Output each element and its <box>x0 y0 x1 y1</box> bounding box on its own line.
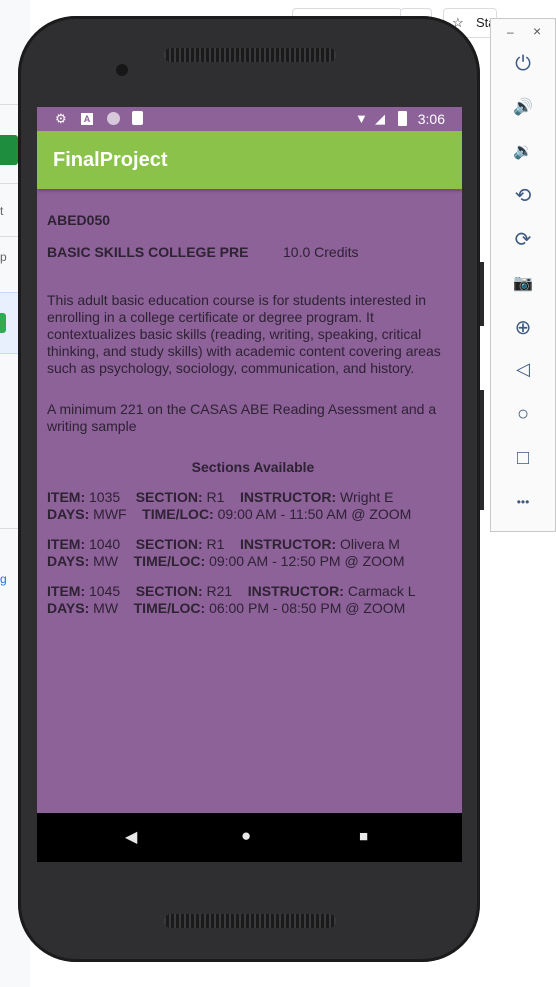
days-value: MW <box>93 553 119 569</box>
timeloc-label: TIME/LOC: <box>133 600 206 616</box>
section-value: R21 <box>206 583 233 599</box>
days-label: DAYS: <box>47 553 90 569</box>
item-value: 1045 <box>89 583 121 599</box>
power-icon[interactable]: ⏻ <box>491 53 555 89</box>
sd-card-icon <box>132 111 143 125</box>
green-button-fragment[interactable] <box>0 135 18 165</box>
text-fragment: p <box>0 250 7 264</box>
recents-icon[interactable]: ■ <box>359 828 368 845</box>
timeloc-value: 09:00 AM - 12:50 PM @ ZOOM <box>209 553 405 569</box>
section-line-2: DAYS: MW TIME/LOC: 09:00 AM - 12:50 PM @… <box>47 553 459 570</box>
phone-volume-button[interactable] <box>480 390 484 510</box>
timeloc-value: 09:00 AM - 11:50 AM @ ZOOM <box>217 506 412 522</box>
gear-icon: ⚙ <box>55 111 67 126</box>
front-camera <box>116 64 128 76</box>
home-icon[interactable]: ○ <box>491 403 555 439</box>
home-glyph: ○ <box>516 403 530 425</box>
camera-glyph: 📷 <box>513 275 533 292</box>
course-description: This adult basic education course is for… <box>47 292 441 376</box>
phone-screen: ⚙ A ▼ ◢ 3:06 FinalProject ABED050 BASIC … <box>37 107 462 862</box>
course-name: BASIC SKILLS COLLEGE PRE <box>47 244 249 260</box>
top-speaker <box>164 48 336 62</box>
rotate-right-icon[interactable]: ⟳ <box>491 227 555 263</box>
section-line-1: ITEM: 1040 SECTION: R1 INSTRUCTOR: Olive… <box>47 536 459 553</box>
more-icon[interactable]: ••• <box>491 495 555 531</box>
home-icon[interactable]: ● <box>241 826 251 846</box>
app-title: FinalProject <box>53 149 168 171</box>
circle-icon <box>107 112 120 125</box>
course-code: ABED050 <box>47 212 111 228</box>
back-icon[interactable]: ◀ <box>125 827 137 847</box>
instructor-label: INSTRUCTOR: <box>239 536 337 552</box>
phone-side-button[interactable] <box>480 262 484 326</box>
volume-up-glyph: 🔊 <box>513 99 533 116</box>
zoom-glyph: ⊕ <box>514 317 532 339</box>
days-value: MWF <box>93 506 127 522</box>
instructor-label: INSTRUCTOR: <box>239 489 337 505</box>
section-line-2: DAYS: MW TIME/LOC: 06:00 PM - 08:50 PM @… <box>47 600 459 617</box>
section-entry[interactable]: ITEM: 1040 SECTION: R1 INSTRUCTOR: Olive… <box>47 536 459 570</box>
item-value: 1035 <box>89 489 121 505</box>
power-glyph: ⏻ <box>515 53 531 75</box>
rotate-right-glyph: ⟳ <box>514 229 532 251</box>
instructor-value: Carmack L <box>347 583 416 599</box>
section-entry[interactable]: ITEM: 1035 SECTION: R1 INSTRUCTOR: Wrigh… <box>47 489 459 523</box>
days-value: MW <box>93 600 119 616</box>
battery-icon <box>398 111 407 126</box>
green-icon <box>0 313 6 333</box>
more-glyph: ••• <box>516 495 530 509</box>
course-credits: 10.0 Credits <box>283 244 359 260</box>
volume-down-icon[interactable]: 🔉 <box>491 141 555 177</box>
section-line-1: ITEM: 1045 SECTION: R21 INSTRUCTOR: Carm… <box>47 583 459 600</box>
overview-icon[interactable]: □ <box>491 447 555 483</box>
volume-up-icon[interactable]: 🔊 <box>491 97 555 133</box>
volume-down-glyph: 🔉 <box>513 143 533 160</box>
item-value: 1040 <box>89 536 121 552</box>
minimize-button[interactable]: – <box>507 25 514 39</box>
rotate-left-glyph: ⟲ <box>514 185 532 207</box>
app-bar: FinalProject <box>37 131 462 189</box>
rotate-left-icon[interactable]: ⟲ <box>491 183 555 219</box>
section-value: R1 <box>206 536 225 552</box>
instructor-label: INSTRUCTOR: <box>247 583 344 599</box>
status-time: 3:06 <box>417 111 445 127</box>
timeloc-value: 06:00 PM - 08:50 PM @ ZOOM <box>209 600 406 616</box>
section-line-1: ITEM: 1035 SECTION: R1 INSTRUCTOR: Wrigh… <box>47 489 459 506</box>
wifi-icon: ▼ <box>355 111 368 126</box>
back-icon[interactable]: ◁ <box>491 359 555 395</box>
bottom-speaker <box>164 914 336 928</box>
link-fragment[interactable]: g <box>0 572 7 586</box>
section-label: SECTION: <box>135 536 203 552</box>
item-label: ITEM: <box>47 489 86 505</box>
section-value: R1 <box>206 489 225 505</box>
section-entry[interactable]: ITEM: 1045 SECTION: R21 INSTRUCTOR: Carm… <box>47 583 459 617</box>
a-icon: A <box>81 113 93 125</box>
nav-bar: ◀ ● ■ <box>37 813 462 862</box>
sections-title: Sections Available <box>191 459 315 475</box>
camera-icon[interactable]: 📷 <box>491 273 555 309</box>
zoom-icon[interactable]: ⊕ <box>491 315 555 351</box>
signal-icon: ◢ <box>375 111 385 126</box>
item-label: ITEM: <box>47 536 86 552</box>
section-label: SECTION: <box>135 583 203 599</box>
overview-glyph: □ <box>516 447 530 469</box>
close-button[interactable]: × <box>533 23 541 39</box>
section-line-2: DAYS: MWF TIME/LOC: 09:00 AM - 11:50 AM … <box>47 506 459 523</box>
timeloc-label: TIME/LOC: <box>133 553 206 569</box>
instructor-value: Olivera M <box>340 536 400 552</box>
text-fragment: t <box>0 204 4 218</box>
section-label: SECTION: <box>135 489 203 505</box>
status-bar: ⚙ A ▼ ◢ 3:06 <box>37 107 462 131</box>
days-label: DAYS: <box>47 600 90 616</box>
days-label: DAYS: <box>47 506 90 522</box>
instructor-value: Wright E <box>340 489 394 505</box>
course-prerequisite: A minimum 221 on the CASAS ABE Reading A… <box>47 401 437 434</box>
item-label: ITEM: <box>47 583 86 599</box>
timeloc-label: TIME/LOC: <box>142 506 214 522</box>
emulator-toolbar: – × ⏻ 🔊 🔉 ⟲ ⟳ 📷 ⊕ ◁ ○ □ ••• <box>490 18 556 532</box>
back-glyph: ◁ <box>516 359 530 379</box>
